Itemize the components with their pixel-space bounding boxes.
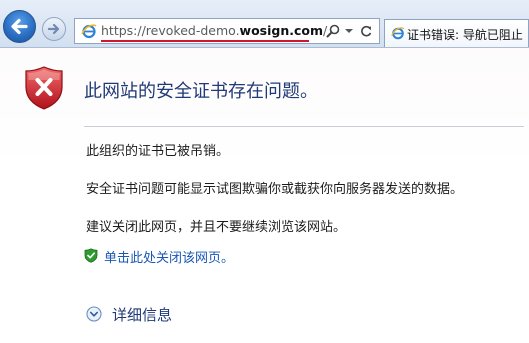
more-information-label[interactable]: 详细信息 (112, 304, 172, 325)
search-icon[interactable] (326, 24, 340, 38)
revoked-message: 此组织的证书已被吊销。 (86, 144, 230, 159)
tab-title: 证书错误: 导航已阻止 (407, 28, 523, 42)
revoked-url-underline (101, 40, 309, 42)
error-shield-icon (25, 66, 63, 110)
expand-chevron-icon[interactable] (86, 306, 102, 322)
ie-tab-icon (391, 27, 405, 40)
green-shield-icon (84, 248, 98, 263)
back-arrow-icon (11, 18, 28, 35)
fraud-message: 安全证书问题可能显示试图欺骗你或截获你向服务器发送的数据。 (86, 182, 464, 197)
url-text[interactable]: https://revoked-demo.wosign.com/ (101, 23, 327, 38)
title-divider (84, 126, 524, 127)
error-page: 此网站的安全证书存在问题。 此组织的证书已被吊销。 安全证书问题可能显示试图欺骗… (0, 48, 529, 343)
ie-page-icon (81, 24, 97, 39)
url-prefix: https://revoked-demo. (101, 23, 240, 38)
close-page-link[interactable]: 单击此处关闭该网页。 (104, 247, 234, 266)
refresh-icon[interactable] (359, 24, 373, 38)
url-domain: wosign.com (239, 23, 324, 38)
dropdown-icon[interactable] (342, 24, 356, 38)
back-button[interactable] (3, 10, 36, 43)
tab-certificate-error[interactable]: 证书错误: 导航已阻止 (384, 19, 529, 47)
page-title: 此网站的安全证书存在问题。 (84, 81, 318, 102)
address-bar[interactable]: https://revoked-demo.wosign.com/ (74, 18, 380, 44)
advice-message: 建议关闭此网页，并且不要继续浏览该网站。 (86, 220, 347, 235)
forward-arrow-icon (47, 23, 60, 35)
browser-toolbar: https://revoked-demo.wosign.com/ 证书错误: 导… (0, 0, 529, 48)
forward-button[interactable] (42, 17, 66, 41)
